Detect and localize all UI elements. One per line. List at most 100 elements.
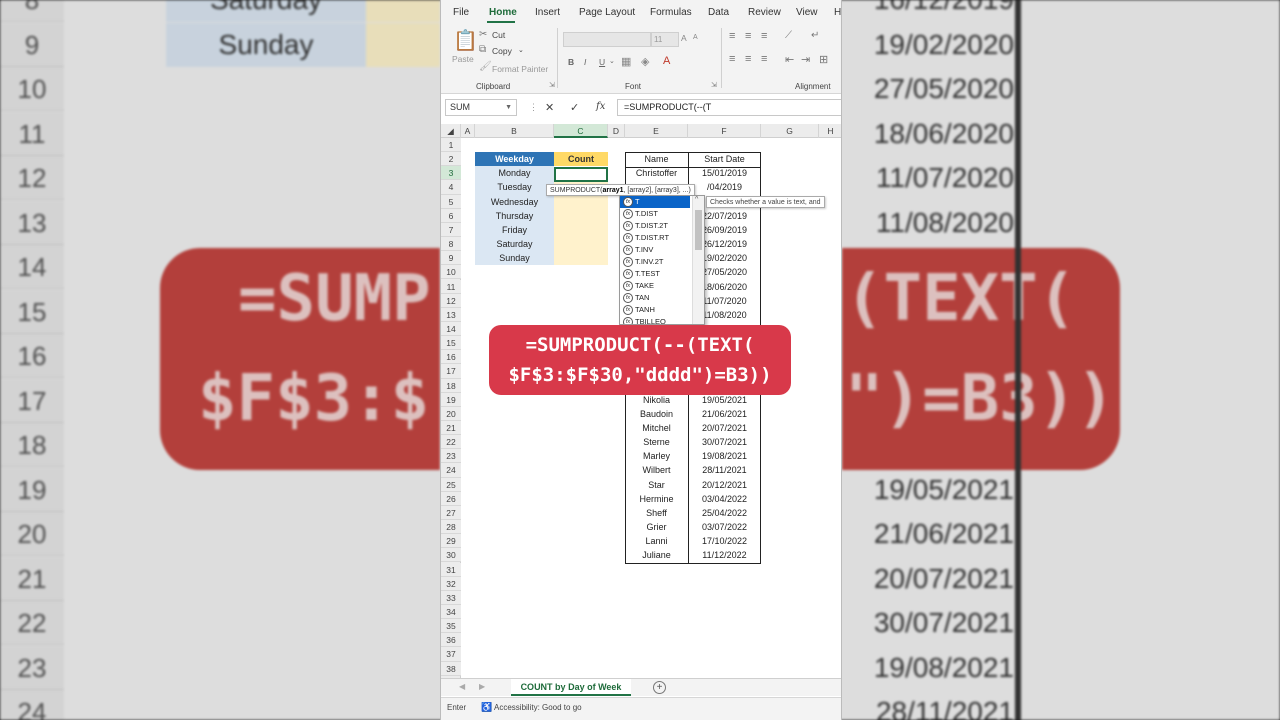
formula-input[interactable]: =SUMPRODUCT(--(T <box>617 99 841 116</box>
tab-insert[interactable]: Insert <box>535 7 560 18</box>
row-header[interactable]: 18 <box>441 378 461 393</box>
row-header[interactable]: 32 <box>441 576 461 591</box>
row-header[interactable]: 30 <box>441 548 461 563</box>
row-header[interactable]: 15 <box>441 336 461 351</box>
tab-file[interactable]: File <box>453 7 469 18</box>
align-bottom-icon[interactable]: ≡ <box>761 30 767 42</box>
borders-icon[interactable]: ▦ <box>621 55 631 68</box>
count-header[interactable]: Count <box>554 152 608 167</box>
column-header-a[interactable]: A <box>461 124 475 138</box>
cut-icon[interactable]: ✂ <box>479 29 487 40</box>
row-header[interactable]: 17 <box>441 364 461 379</box>
row-header[interactable]: 19 <box>441 392 461 407</box>
row-header[interactable]: 13 <box>441 307 461 322</box>
fill-color-icon[interactable]: ◈ <box>641 55 649 68</box>
row-header[interactable]: 25 <box>441 477 461 492</box>
format-painter-button[interactable]: Format Painter <box>492 64 548 74</box>
row-header[interactable]: 22 <box>441 435 461 450</box>
row-header[interactable]: 6 <box>441 208 461 223</box>
weekday-header[interactable]: Weekday <box>475 152 554 167</box>
row-header[interactable]: 8 <box>441 237 461 252</box>
tab-help[interactable]: He <box>834 7 841 18</box>
enter-icon[interactable]: ✓ <box>570 101 579 114</box>
tab-review[interactable]: Review <box>748 7 781 18</box>
merge-icon[interactable]: ⊞ <box>819 53 828 66</box>
row-header[interactable]: 21 <box>441 421 461 436</box>
tab-page-layout[interactable]: Page Layout <box>579 7 635 18</box>
count-cell[interactable] <box>554 222 608 238</box>
row-header[interactable]: 2 <box>441 152 461 167</box>
chevron-down-icon[interactable]: ⌄ <box>518 46 524 54</box>
row-header[interactable]: 34 <box>441 604 461 620</box>
column-header-d[interactable]: D <box>608 124 625 138</box>
prev-sheet-icon[interactable]: ◀ <box>459 682 465 691</box>
row-header[interactable]: 20 <box>441 406 461 421</box>
decrease-font-icon[interactable]: A <box>693 34 698 41</box>
next-sheet-icon[interactable]: ▶ <box>479 682 485 691</box>
row-header[interactable]: 31 <box>441 562 461 577</box>
weekday-cell[interactable]: Monday <box>475 166 554 181</box>
row-header[interactable]: 23 <box>441 449 461 464</box>
align-center-icon[interactable]: ≡ <box>745 53 751 65</box>
increase-indent-icon[interactable]: ⇥ <box>801 53 810 66</box>
increase-font-icon[interactable]: A <box>681 33 687 43</box>
scrollbar-thumb[interactable] <box>695 210 702 250</box>
orientation-icon[interactable]: ⟋ <box>785 30 792 41</box>
font-size-box[interactable]: 11 <box>651 32 679 47</box>
active-cell-c3[interactable] <box>554 167 608 182</box>
row-header[interactable]: 1 <box>441 138 461 153</box>
add-sheet-icon[interactable]: + <box>653 681 666 694</box>
row-header[interactable]: 28 <box>441 520 461 535</box>
column-header-h[interactable]: H <box>819 124 841 138</box>
weekday-cell[interactable]: Wednesday <box>475 194 554 209</box>
column-header-g[interactable]: G <box>761 124 819 138</box>
align-right-icon[interactable]: ≡ <box>761 53 767 65</box>
italic-icon[interactable]: I <box>584 57 586 67</box>
count-cell[interactable] <box>554 237 608 252</box>
underline-icon[interactable]: U <box>599 57 605 67</box>
select-all-corner[interactable]: ◢ <box>441 124 461 138</box>
row-header[interactable]: 27 <box>441 505 461 521</box>
spreadsheet-grid[interactable]: ◢ ABCDEFGH 1 2 3 4 5 6 7 8 9 10 11 12 13 14 15 16 17 18 19… <box>441 124 841 678</box>
column-header-e[interactable]: E <box>625 124 688 138</box>
paste-icon[interactable]: 📋 <box>453 28 478 53</box>
sheet-tab-count-by-day[interactable]: COUNT by Day of Week <box>511 679 631 696</box>
cut-button[interactable]: Cut <box>492 30 505 40</box>
autocomplete-list[interactable]: fx Tfx T.DIST fx T.DIST.2T fx T.DIST.RT fx T.INV… <box>619 195 705 325</box>
paste-label[interactable]: Paste <box>452 54 474 64</box>
tab-view[interactable]: View <box>796 7 818 18</box>
row-header[interactable]: 10 <box>441 265 461 280</box>
row-header[interactable]: 14 <box>441 321 461 337</box>
insert-function-icon[interactable]: fx <box>596 101 605 112</box>
accessibility-icon[interactable]: ♿ <box>481 702 492 713</box>
row-header[interactable]: 11 <box>441 279 461 294</box>
row-header[interactable]: 35 <box>441 619 461 634</box>
bold-icon[interactable]: B <box>568 57 574 67</box>
row-header[interactable]: 12 <box>441 293 461 308</box>
dialog-launcher-icon[interactable]: ⇲ <box>711 81 717 89</box>
count-cell[interactable] <box>554 251 608 266</box>
row-header[interactable]: 7 <box>441 222 461 238</box>
decrease-indent-icon[interactable]: ⇤ <box>785 53 794 66</box>
row-header[interactable]: 33 <box>441 590 461 605</box>
tab-home[interactable]: Home <box>489 7 517 18</box>
row-header[interactable]: 38 <box>441 661 461 676</box>
wrap-text-icon[interactable]: ↵ <box>811 30 819 41</box>
row-header[interactable]: 37 <box>441 647 461 662</box>
row-header[interactable]: 24 <box>441 463 461 478</box>
chevron-down-icon[interactable]: ▼ <box>505 100 512 115</box>
row-header[interactable]: 29 <box>441 534 461 549</box>
font-name-box[interactable] <box>563 32 651 47</box>
row-header[interactable]: 16 <box>441 350 461 365</box>
row-header[interactable]: 26 <box>441 491 461 506</box>
chevron-up-icon[interactable]: ^ <box>695 196 698 203</box>
weekday-cell[interactable]: Thursday <box>475 208 554 223</box>
row-header[interactable]: 9 <box>441 251 461 266</box>
cancel-icon[interactable]: ✕ <box>545 101 554 114</box>
dialog-launcher-icon[interactable]: ⇲ <box>549 81 555 89</box>
tab-formulas[interactable]: Formulas <box>650 7 692 18</box>
autocomplete-scrollbar[interactable]: ^ <box>692 196 704 324</box>
align-middle-icon[interactable]: ≡ <box>745 30 751 42</box>
copy-icon[interactable]: ⧉ <box>479 44 486 55</box>
align-left-icon[interactable]: ≡ <box>729 53 735 65</box>
